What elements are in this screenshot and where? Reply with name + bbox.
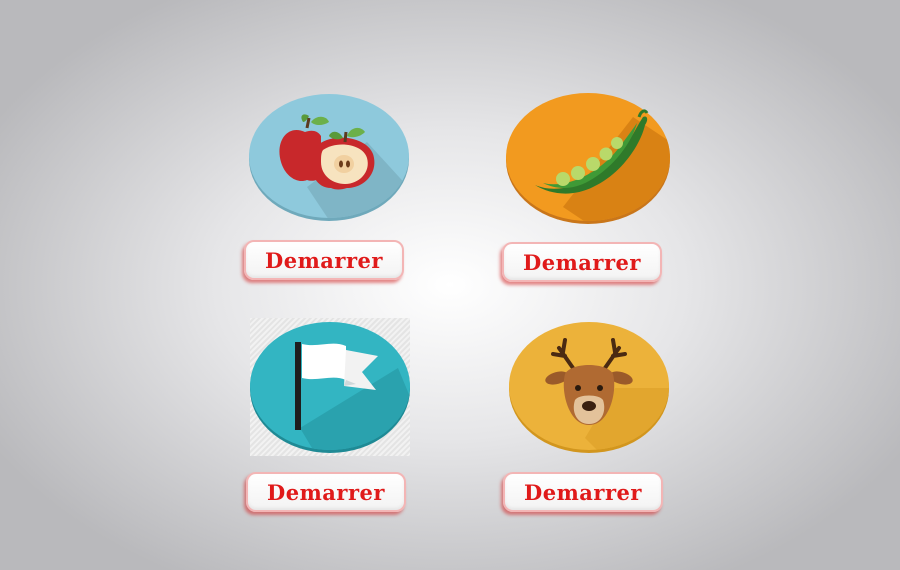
start-button-flag[interactable]: Demarrer: [246, 472, 406, 512]
start-button-deer[interactable]: Demarrer: [503, 472, 663, 512]
deer-icon[interactable]: [505, 318, 675, 456]
start-button-apple[interactable]: Demarrer: [244, 240, 404, 280]
pea-pod-icon[interactable]: [503, 87, 673, 225]
apple-icon[interactable]: [247, 92, 417, 230]
start-button-pea[interactable]: Demarrer: [502, 242, 662, 282]
flag-icon[interactable]: [248, 318, 418, 456]
